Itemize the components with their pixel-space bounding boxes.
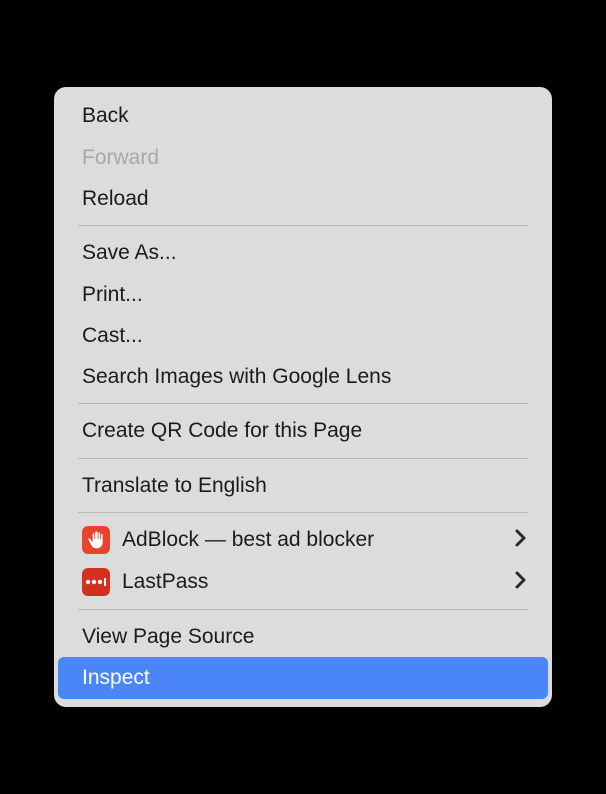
menu-item-print[interactable]: Print...: [58, 274, 548, 315]
menu-separator: [78, 225, 528, 226]
menu-label-adblock: AdBlock — best ad blocker: [122, 526, 515, 553]
chevron-right-icon: [515, 569, 526, 595]
menu-item-create-qr[interactable]: Create QR Code for this Page: [58, 410, 548, 451]
menu-separator: [78, 458, 528, 459]
lastpass-dots-icon: [83, 576, 109, 588]
menu-label-reload: Reload: [82, 185, 524, 212]
menu-label-search-images: Search Images with Google Lens: [82, 363, 524, 390]
menu-item-translate[interactable]: Translate to English: [58, 465, 548, 506]
menu-label-inspect: Inspect: [82, 664, 524, 691]
chevron-right-icon: [515, 527, 526, 553]
context-menu: Back Forward Reload Save As... Print... …: [54, 87, 552, 706]
menu-item-cast[interactable]: Cast...: [58, 315, 548, 356]
menu-item-search-images[interactable]: Search Images with Google Lens: [58, 356, 548, 397]
menu-label-save-as: Save As...: [82, 239, 524, 266]
hand-stop-icon: [86, 530, 106, 550]
menu-item-reload[interactable]: Reload: [58, 178, 548, 219]
menu-item-forward: Forward: [58, 137, 548, 178]
menu-label-cast: Cast...: [82, 322, 524, 349]
menu-separator: [78, 403, 528, 404]
menu-separator: [78, 609, 528, 610]
menu-item-adblock[interactable]: AdBlock — best ad blocker: [58, 519, 548, 561]
menu-item-back[interactable]: Back: [58, 95, 548, 136]
lastpass-icon: [82, 568, 110, 596]
menu-item-inspect[interactable]: Inspect: [58, 657, 548, 698]
menu-label-print: Print...: [82, 281, 524, 308]
menu-label-back: Back: [82, 102, 524, 129]
menu-label-lastpass: LastPass: [122, 568, 515, 595]
adblock-icon: [82, 526, 110, 554]
menu-item-save-as[interactable]: Save As...: [58, 232, 548, 273]
menu-label-forward: Forward: [82, 144, 524, 171]
menu-label-create-qr: Create QR Code for this Page: [82, 417, 524, 444]
menu-separator: [78, 512, 528, 513]
menu-label-translate: Translate to English: [82, 472, 524, 499]
menu-item-lastpass[interactable]: LastPass: [58, 561, 548, 603]
menu-label-view-source: View Page Source: [82, 623, 524, 650]
menu-item-view-source[interactable]: View Page Source: [58, 616, 548, 657]
